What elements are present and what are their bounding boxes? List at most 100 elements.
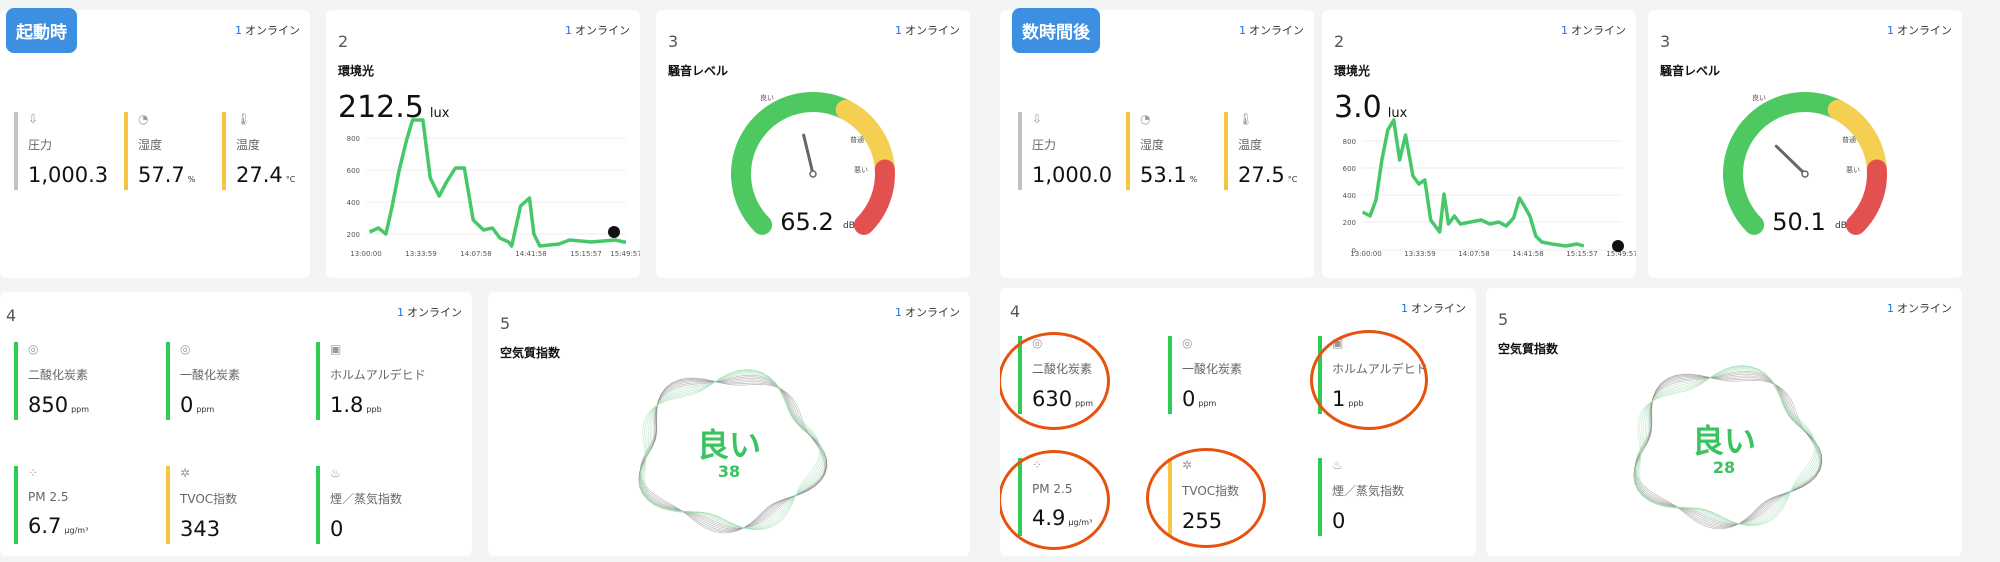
y-tick-label: 400: [1343, 192, 1356, 200]
temperature-sensor: 🌡 温度 27.5 °C: [1224, 112, 1297, 190]
sensor-value: 850 ppm: [28, 393, 90, 417]
light-series-line: [1361, 118, 1585, 248]
light-latest-point: [608, 226, 620, 238]
noise-gauge: 良い普通悪い 50.1 dB: [1723, 92, 1887, 236]
gauge-needle: [802, 133, 815, 176]
sensor-label: TVOC指数: [180, 492, 238, 506]
x-tick-label: 14:07:58: [1458, 250, 1489, 258]
gauge-segment: [731, 92, 856, 235]
x-tick-label: 15:49:57: [1606, 250, 1636, 258]
sensor-value: 1,000.3: [28, 163, 109, 187]
gauge-unit: dB: [1835, 221, 1847, 231]
pm25-sensor: ⁘ PM 2.5 6.7 μg/m³: [14, 466, 88, 544]
light-series-line: [368, 118, 626, 248]
x-tick-label: 13:00:00: [350, 250, 381, 258]
x-tick-label: 15:49:57: [610, 250, 640, 258]
aqi-card: 5 1 オンライン 空気質指数 良い 28: [1486, 288, 1962, 556]
x-tick-label: 14:41:58: [515, 250, 546, 258]
light-card: 2 1 オンライン 環境光 3.0 lux 800 600 400 200 0 13:00:…: [1322, 10, 1636, 278]
sensor-label: 煙／蒸気指数: [330, 492, 403, 506]
smoke-icon: ♨: [1332, 458, 1343, 472]
thermometer-icon: 🌡: [1238, 112, 1254, 126]
tvoc-icon: ✲: [180, 466, 191, 480]
x-tick-label: 15:15:57: [570, 250, 601, 258]
humidity-icon: ◔: [1140, 112, 1151, 126]
smoke-icon: ♨: [330, 466, 341, 480]
co-icon: ◎: [1182, 336, 1193, 350]
sensor-label: 温度: [236, 138, 261, 152]
card-number: 4: [6, 306, 17, 325]
humidity-sensor: ◔ 湿度 53.1%: [1126, 112, 1197, 190]
sensor-label: 一酸化炭素: [180, 368, 241, 382]
aqi-value: 38: [717, 462, 741, 481]
sensor-label: 湿度: [138, 138, 163, 152]
aqi-value: 28: [1712, 458, 1736, 477]
state-badge: 数時間後: [1012, 8, 1100, 53]
gauge-label: 悪い: [1846, 166, 1860, 174]
online-status: 1 オンライン: [235, 24, 300, 37]
x-tick-label: 13:33:59: [405, 250, 436, 258]
sensor-value: 57.7%: [138, 163, 196, 187]
air-sensors-card: 4 1 オンライン ◎ 二酸化炭素 630 ppm ◎ 一酸化炭素 0 ppm ▣ ホルムアルデ…: [1000, 288, 1476, 556]
x-tick-label: 13:33:59: [1404, 250, 1435, 258]
thermometer-icon: 🌡: [236, 112, 252, 126]
humidity-sensor: ◔ 湿度 57.7%: [124, 112, 195, 190]
light-chart: 8006004002000 13:00:00 13:33:59 14:07:58 14…: [1343, 118, 1636, 258]
sensor-label: 一酸化炭素: [1182, 362, 1243, 376]
gauge-label: 悪い: [854, 166, 868, 174]
sensor-label: 圧力: [1032, 138, 1057, 152]
gauge-value: 50.1: [1772, 208, 1825, 236]
co-icon: ◎: [180, 342, 191, 356]
sensor-label: 煙／蒸気指数: [1332, 484, 1405, 498]
sensor-label: 二酸化炭素: [28, 368, 89, 382]
sensor-label: 圧力: [28, 138, 53, 152]
y-tick-label: 600: [1343, 165, 1356, 173]
smoke-sensor: ♨ 煙／蒸気指数 0: [316, 466, 402, 544]
sensor-label: 湿度: [1140, 138, 1165, 152]
humidity-icon: ◔: [138, 112, 149, 126]
sensor-value: 6.7 μg/m³: [28, 514, 89, 538]
online-status: 1 オンライン: [1239, 24, 1304, 37]
y-tick-label: 600: [347, 167, 360, 175]
sensor-label: PM 2.5: [28, 490, 69, 504]
noise-card: 3 1 オンライン 騒音レベル 良い 普通 悪い 50.1 dB: [1648, 10, 1962, 278]
sensor-value: 1,000.0: [1032, 163, 1113, 187]
gauge-needle: [1774, 144, 1807, 176]
noise-card: 3 1 オンライン 騒音レベル 良い 普通 悪い 65.2 dB: [656, 10, 970, 278]
temperature-sensor: 🌡 温度 27.4 °C: [222, 112, 295, 190]
sensor-label: ホルムアルデヒド: [330, 368, 426, 382]
x-tick-label: 14:41:58: [1512, 250, 1543, 258]
x-tick-label: 13:00:00: [1350, 250, 1381, 258]
y-tick-label: 800: [1343, 138, 1356, 146]
pm25-icon: ⁘: [28, 466, 39, 480]
highlight-circle: [1000, 332, 1110, 430]
pressure-sensor: ⇩ 圧力 1,000.3: [14, 112, 111, 190]
pressure-icon: ⇩: [28, 112, 39, 126]
light-latest-point: [1612, 240, 1624, 252]
gauge-unit: dB: [843, 221, 855, 231]
gauge-value: 65.2: [780, 208, 833, 236]
y-tick-label: 400: [347, 199, 360, 207]
light-chart: 800 600 400 200 13:00:00 13:33:59 14:07:58 14:…: [347, 118, 640, 258]
sensor-value: 0: [1332, 509, 1346, 533]
y-tick-label: 200: [1343, 219, 1356, 227]
light-card: 2 1 オンライン 環境光 212.5 lux 800 600 400 200 13:00…: [326, 10, 640, 278]
sensor-value: 343: [180, 517, 221, 541]
gauge-label: 普通: [1842, 135, 1856, 144]
sensor-label: 温度: [1238, 138, 1263, 152]
sensor-value: 27.4 °C: [236, 163, 296, 187]
tvoc-sensor: ✲ TVOC指数 343: [166, 466, 237, 544]
state-badge: 起動時: [6, 8, 77, 53]
sensor-value: 0: [330, 517, 344, 541]
gauge-label: 良い: [760, 93, 774, 102]
aqi-status: 良い: [1691, 422, 1756, 460]
gauge-segment: [1845, 159, 1887, 235]
online-status: 1 オンライン: [397, 306, 462, 319]
highlight-circle: [1000, 450, 1110, 550]
card-number: 4: [1010, 302, 1021, 321]
co-sensor: ◎ 一酸化炭素 0 ppm: [166, 342, 240, 420]
co2-icon: ◎: [28, 342, 39, 356]
online-status: 1 オンライン: [1401, 302, 1466, 315]
gauge-needle-pivot: [809, 170, 817, 178]
pressure-icon: ⇩: [1032, 112, 1043, 126]
